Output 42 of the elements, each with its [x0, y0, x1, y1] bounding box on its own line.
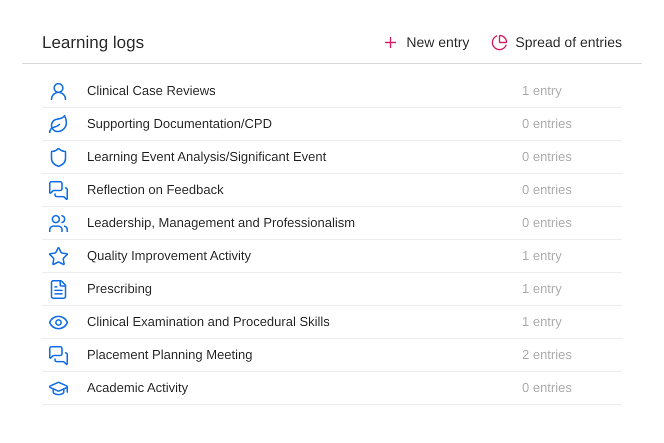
- log-row[interactable]: Clinical Examination and Procedural Skills 1 entry: [42, 306, 622, 339]
- log-name: Leadership, Management and Professionalism: [87, 214, 356, 232]
- new-entry-button[interactable]: New entry: [382, 32, 470, 53]
- log-row[interactable]: Clinical Case Reviews 1 entry: [42, 75, 622, 108]
- pie-chart-icon: [491, 34, 508, 51]
- entry-count: 0 entries: [522, 379, 573, 398]
- log-name: Quality Improvement Activity: [87, 247, 251, 266]
- shield-icon: [48, 146, 69, 168]
- log-name: Clinical Examination and Procedural Skills: [87, 313, 330, 332]
- spread-button[interactable]: Spread of entries: [491, 32, 622, 53]
- people-icon: [48, 212, 69, 234]
- log-name: Academic Activity: [87, 379, 188, 398]
- entry-count: 0 entries: [522, 181, 573, 200]
- entry-count: 1 entry: [522, 247, 563, 266]
- log-name: Clinical Case Reviews: [87, 82, 216, 100]
- log-row[interactable]: Placement Planning Meeting 2 entries: [42, 339, 622, 372]
- log-name: Reflection on Feedback: [87, 181, 224, 200]
- entry-count: 0 entries: [522, 148, 573, 166]
- log-row[interactable]: Learning Event Analysis/Significant Event 0 entries: [42, 141, 622, 174]
- entry-count: 0 entries: [522, 115, 573, 134]
- log-row[interactable]: Quality Improvement Activity 1 entry: [42, 240, 622, 273]
- log-row[interactable]: Academic Activity 0 entries: [42, 372, 622, 405]
- section-title: Learning logs: [42, 32, 144, 54]
- entry-count: 1 entry: [522, 313, 563, 332]
- log-row[interactable]: Leadership, Management and Professionalism 0 entries: [42, 207, 622, 240]
- log-row[interactable]: Prescribing 1 entry: [42, 273, 622, 306]
- entry-count: 1 entry: [522, 280, 563, 298]
- log-row[interactable]: Supporting Documentation/CPD 0 entries: [42, 108, 622, 141]
- entry-count: 2 entries: [522, 346, 573, 364]
- log-name: Placement Planning Meeting: [87, 346, 252, 364]
- entry-count: 1 entry: [522, 82, 563, 100]
- speech-bubbles-icon: [48, 180, 69, 200]
- person-icon: [48, 80, 69, 102]
- document-icon: [48, 278, 69, 300]
- log-name: Supporting Documentation/CPD: [87, 115, 272, 134]
- log-name: Learning Event Analysis/Significant Event: [87, 148, 326, 166]
- log-name: Prescribing: [87, 280, 152, 298]
- log-row[interactable]: Reflection on Feedback 0 entries: [42, 174, 622, 207]
- speech-bubbles-icon: [48, 344, 69, 366]
- star-icon: [48, 246, 69, 266]
- leaf-icon: [48, 114, 69, 134]
- entry-count: 0 entries: [522, 214, 573, 232]
